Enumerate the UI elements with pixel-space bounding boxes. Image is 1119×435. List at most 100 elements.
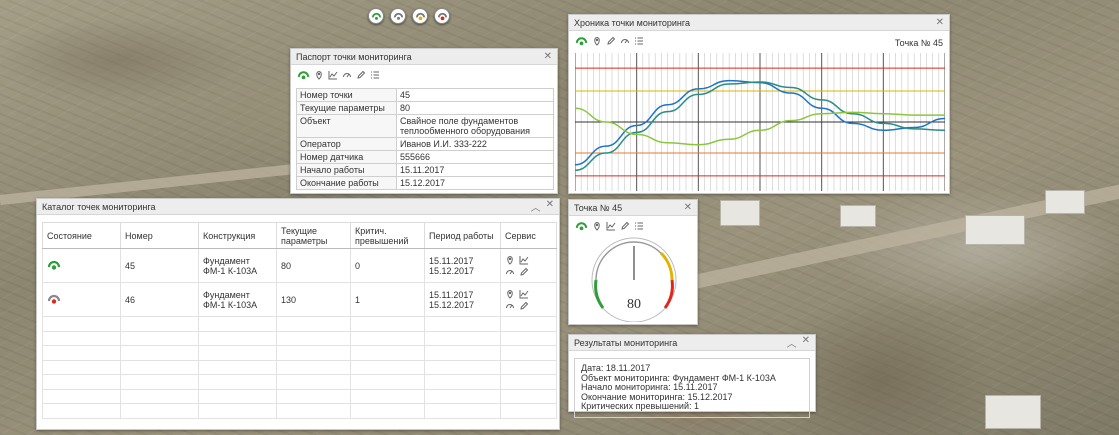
chart-icon[interactable]: [328, 70, 338, 83]
empty-cell: [120, 374, 199, 390]
empty-cell: [198, 345, 277, 361]
location-pin-icon[interactable]: [505, 255, 515, 265]
catalog-column-header[interactable]: Текущие параметры: [276, 222, 351, 249]
close-icon[interactable]: ✕: [802, 335, 810, 350]
location-pin-icon[interactable]: [592, 221, 602, 234]
list-icon[interactable]: [634, 36, 644, 49]
gauge-icon[interactable]: [505, 267, 515, 277]
collapse-icon[interactable]: ︿: [787, 335, 797, 350]
map-building: [840, 205, 876, 227]
empty-row: [42, 330, 557, 346]
empty-cell: [500, 345, 557, 361]
gauge-icon[interactable]: [620, 36, 630, 49]
empty-cell: [424, 345, 501, 361]
gauge-yellow-zone: [659, 251, 674, 281]
empty-cell: [350, 388, 425, 404]
empty-cell: [276, 374, 351, 390]
edit-pencil-icon[interactable]: [606, 36, 616, 49]
close-icon[interactable]: ✕: [546, 199, 554, 214]
catalog-header[interactable]: Каталог точек мониторинга ︿ ✕: [37, 199, 559, 215]
empty-cell: [120, 388, 199, 404]
gauge-value: 80: [627, 297, 641, 312]
close-icon[interactable]: ✕: [684, 202, 692, 213]
gauge-title: Точка № 45: [574, 202, 623, 213]
empty-cell: [198, 388, 277, 404]
location-pin-icon[interactable]: [592, 36, 602, 49]
passport-key: Номер точки: [296, 88, 397, 102]
chart-icon[interactable]: [606, 221, 616, 234]
chart-icon[interactable]: [519, 255, 529, 265]
edit-pencil-icon[interactable]: [519, 301, 529, 311]
empty-row: [42, 316, 557, 332]
empty-cell: [424, 359, 501, 375]
catalog-title: Каталог точек мониторинга: [42, 201, 156, 212]
state-cell[interactable]: [42, 248, 121, 283]
chronicle-header[interactable]: Хроника точки мониторинга ✕: [569, 15, 949, 31]
empty-cell: [500, 388, 557, 404]
sensor-green-icon: [371, 12, 381, 20]
catalog-column-header[interactable]: Конструкция: [198, 222, 277, 249]
map-building: [720, 200, 760, 226]
catalog-column-header[interactable]: Сервис: [500, 222, 557, 249]
list-icon[interactable]: [634, 221, 644, 234]
empty-cell: [424, 374, 501, 390]
catalog-row[interactable]: 45 Фундамент ФМ-1 К-103А 80 0 15.11.2017 15.…: [42, 248, 557, 283]
passport-panel: Паспорт точки мониторинга ✕ Номер точки 4…: [290, 48, 558, 194]
sensor-gray-icon: [393, 12, 403, 20]
passport-key: Окончание работы: [296, 176, 397, 190]
empty-cell: [350, 330, 425, 346]
sensor-status-icon[interactable]: [575, 35, 588, 50]
edit-pencil-icon[interactable]: [519, 267, 529, 277]
empty-cell: [350, 403, 425, 419]
empty-cell: [424, 330, 501, 346]
edit-pencil-icon[interactable]: [356, 70, 366, 83]
empty-cell: [42, 388, 121, 404]
empty-cell: [500, 330, 557, 346]
close-icon[interactable]: ✕: [544, 51, 552, 62]
passport-value: 15.12.2017: [396, 176, 554, 190]
passport-header[interactable]: Паспорт точки мониторинга ✕: [291, 49, 557, 65]
empty-cell: [42, 316, 121, 332]
results-panel: Результаты мониторинга ︿ ✕ Дата: 18.11.2…: [568, 334, 816, 418]
sensor-gray-button[interactable]: [390, 8, 406, 24]
passport-value: 555666: [396, 150, 554, 164]
catalog-column-header[interactable]: Период работы: [424, 222, 501, 249]
results-title: Результаты мониторинга: [574, 337, 678, 348]
sensor-yellow-button[interactable]: [412, 8, 428, 24]
catalog-column-header[interactable]: Номер: [120, 222, 199, 249]
passport-key: Начало работы: [296, 163, 397, 177]
list-icon[interactable]: [370, 70, 380, 83]
results-header[interactable]: Результаты мониторинга ︿ ✕: [569, 335, 815, 351]
chronicle-line-chart[interactable]: [575, 53, 945, 191]
sensor-status-icon[interactable]: [575, 220, 588, 235]
chart-icon[interactable]: [519, 289, 529, 299]
map-toolbar: [368, 8, 450, 24]
state-cell[interactable]: [42, 282, 121, 317]
period-cell: 15.11.2017 15.12.2017: [424, 282, 501, 317]
gauge-icon[interactable]: [342, 70, 352, 83]
sensor-status-icon[interactable]: [297, 69, 310, 84]
gauge-dial: 80: [591, 237, 677, 322]
close-icon[interactable]: ✕: [936, 17, 944, 28]
catalog-column-header[interactable]: Состояние: [42, 222, 121, 249]
sensor-green-button[interactable]: [368, 8, 384, 24]
location-pin-icon[interactable]: [314, 70, 324, 83]
empty-cell: [276, 345, 351, 361]
catalog-table: Состояние Номер Конструкция Текущие парамет…: [42, 222, 557, 419]
edit-pencil-icon[interactable]: [620, 221, 630, 234]
map-building: [985, 395, 1041, 429]
passport-key: Оператор: [296, 137, 397, 151]
catalog-column-header[interactable]: Критич. превышений: [350, 222, 425, 249]
passport-row: Оператор Иванов И.И. 333-222: [296, 137, 554, 151]
empty-cell: [42, 345, 121, 361]
gauge-header[interactable]: Точка № 45 ✕: [569, 200, 697, 216]
collapse-icon[interactable]: ︿: [531, 199, 541, 214]
empty-cell: [350, 374, 425, 390]
gauge-icon[interactable]: [505, 301, 515, 311]
sensor-red-button[interactable]: [434, 8, 450, 24]
catalog-row[interactable]: 46 Фундамент ФМ-1 К-103А 130 1 15.11.2017 15…: [42, 282, 557, 317]
empty-cell: [500, 316, 557, 332]
chronicle-point-label: Точка № 45: [894, 37, 943, 48]
map-building: [965, 215, 1025, 245]
location-pin-icon[interactable]: [505, 289, 515, 299]
